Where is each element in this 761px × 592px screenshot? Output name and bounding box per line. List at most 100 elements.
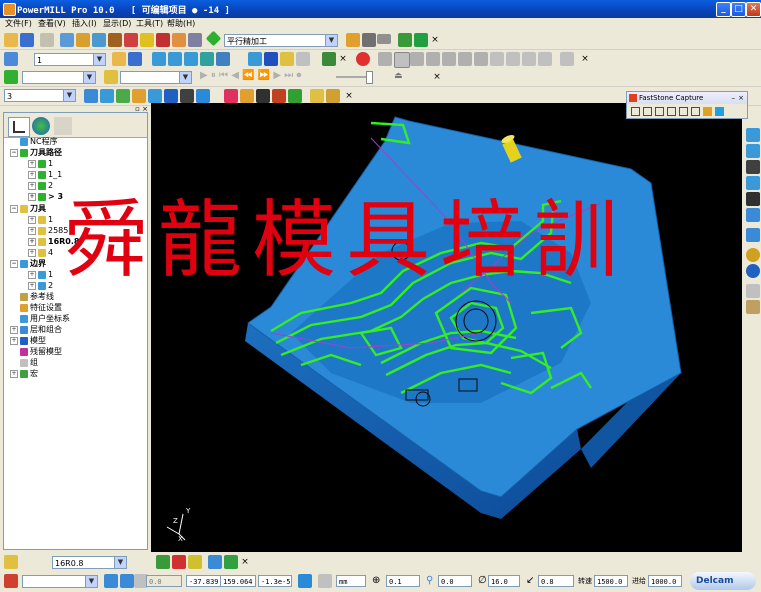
capture-object-icon[interactable] xyxy=(643,107,652,116)
expand-icon[interactable]: + xyxy=(28,193,36,201)
speed-field[interactable]: 1500.0 xyxy=(594,575,628,587)
slider-thumb[interactable] xyxy=(366,71,373,84)
view-shade-side-icon[interactable] xyxy=(746,228,760,242)
calculate-icon[interactable] xyxy=(172,33,186,47)
close-toolbar-icon[interactable]: × xyxy=(430,35,440,45)
ncprogram-icon[interactable] xyxy=(4,52,18,66)
delete-icon[interactable] xyxy=(322,52,336,66)
graphics-viewport[interactable]: Y Z X xyxy=(151,103,742,552)
expand-icon[interactable]: + xyxy=(28,271,36,279)
view-iso5-icon[interactable] xyxy=(746,192,760,206)
calculator-icon[interactable] xyxy=(362,33,376,47)
view-zoom-icon[interactable] xyxy=(164,89,178,103)
tree-item[interactable]: − 刀具 xyxy=(10,204,46,214)
view-tool-icon[interactable] xyxy=(310,89,324,103)
view-holder-icon[interactable] xyxy=(326,89,340,103)
edit-icon[interactable] xyxy=(248,52,262,66)
tree-item[interactable]: +1_1 xyxy=(28,170,62,180)
sim-toolpath-combo[interactable]: ▼ xyxy=(22,71,96,84)
tree-item[interactable]: 用户坐标系 xyxy=(20,314,70,324)
block-icon[interactable] xyxy=(60,33,74,47)
save-project-icon[interactable] xyxy=(20,33,34,47)
capture-scroll-icon[interactable] xyxy=(679,107,688,116)
stepover-field[interactable]: 0.8 xyxy=(538,575,574,587)
close-toolbar-icon[interactable]: × xyxy=(344,91,354,101)
active-tool-combo[interactable]: 16R0.8 ▼ xyxy=(52,556,127,569)
view-side-icon[interactable] xyxy=(132,89,146,103)
menu-display[interactable]: 显示(D) xyxy=(103,18,131,30)
close-button[interactable]: ✕ xyxy=(746,2,761,17)
expand-icon[interactable]: + xyxy=(28,282,36,290)
tree-item[interactable]: + > 3 xyxy=(28,192,63,202)
menu-help[interactable]: 帮助(H) xyxy=(167,18,195,30)
feeds-speeds-icon[interactable] xyxy=(108,33,122,47)
close-toolbar-icon[interactable]: × xyxy=(580,54,590,64)
tree-item[interactable]: − 边界 xyxy=(10,259,46,269)
expand-icon[interactable]: + xyxy=(28,160,36,168)
view-shade-icon[interactable] xyxy=(196,89,210,103)
sim-tool-icon[interactable] xyxy=(104,70,118,84)
tree-item[interactable]: +1 xyxy=(28,215,53,225)
workplane-a-icon[interactable] xyxy=(104,574,118,588)
close-toolbar-icon[interactable]: × xyxy=(240,557,250,567)
leads-links-icon[interactable] xyxy=(124,33,138,47)
expand-icon[interactable]: + xyxy=(28,171,36,179)
print-icon[interactable] xyxy=(40,33,54,47)
tree-item[interactable]: +1 xyxy=(28,270,53,280)
tab-explorer[interactable] xyxy=(8,117,30,137)
expand-icon[interactable]: + xyxy=(28,216,36,224)
close-toolbar-icon[interactable]: × xyxy=(338,54,348,64)
level-combo[interactable]: 3 ▼ xyxy=(4,89,76,102)
y-coordinate-field[interactable]: 159.064 xyxy=(220,575,256,587)
menu-file[interactable]: 文件(F) xyxy=(5,18,32,30)
tree-item[interactable]: +2 xyxy=(28,281,53,291)
view-iso1-icon[interactable] xyxy=(746,128,760,142)
view-min-radius-icon[interactable] xyxy=(288,89,302,103)
tool-holder-icon[interactable] xyxy=(188,555,202,569)
level-icon[interactable] xyxy=(216,52,230,66)
tree-item[interactable]: NC程序 xyxy=(20,137,58,147)
view-front-icon[interactable] xyxy=(116,89,130,103)
tree-item[interactable]: + 宏 xyxy=(10,369,38,379)
maximize-button[interactable]: □ xyxy=(731,2,746,17)
tab-disabled[interactable] xyxy=(54,117,72,135)
tree-item[interactable]: + 模型 xyxy=(10,336,46,346)
tree-item[interactable]: 组 xyxy=(20,358,38,368)
tree-item[interactable]: 残留模型 xyxy=(20,347,62,357)
tool-edit-icon[interactable] xyxy=(208,555,222,569)
open-project-icon[interactable] xyxy=(4,33,18,47)
tree-item[interactable]: 特征设置 xyxy=(20,303,62,313)
view-iso-icon[interactable] xyxy=(84,89,98,103)
sim-color-icon[interactable] xyxy=(522,52,536,66)
sim-end-icon[interactable] xyxy=(442,52,456,66)
capture-full-icon[interactable] xyxy=(667,107,676,116)
view-iso2-icon[interactable] xyxy=(746,144,760,158)
select-cursor-icon[interactable] xyxy=(746,284,760,298)
collapse-icon[interactable]: − xyxy=(10,205,18,213)
capture-rect-icon[interactable] xyxy=(655,107,664,116)
expand-icon[interactable]: + xyxy=(28,249,36,257)
sim-step-icon[interactable] xyxy=(394,52,410,68)
nc-icon[interactable] xyxy=(188,33,202,47)
toolpath-strategy-icon[interactable] xyxy=(156,33,170,47)
toolpath-combo[interactable]: 平行精加工 ▼ xyxy=(224,34,338,47)
sim-fwd-icon[interactable] xyxy=(426,52,440,66)
tool-icon[interactable] xyxy=(140,33,154,47)
view-draft-icon[interactable] xyxy=(256,89,270,103)
expand-icon[interactable]: + xyxy=(28,227,36,235)
workplane-icon[interactable] xyxy=(200,52,214,66)
eject-icon[interactable]: ⏏ xyxy=(394,70,403,82)
minimize-button[interactable]: _ xyxy=(716,2,731,17)
view-iso4-icon[interactable] xyxy=(746,176,760,190)
workplane-combo[interactable]: ▼ xyxy=(22,575,98,588)
capture-settings-icon[interactable] xyxy=(703,107,712,116)
pencil-icon[interactable] xyxy=(280,52,294,66)
thickness-field[interactable]: 0.0 xyxy=(438,575,472,587)
sim-back-icon[interactable] xyxy=(410,52,424,66)
capture-freehand-icon[interactable] xyxy=(691,107,700,116)
tree-item[interactable]: + 层和组合 xyxy=(10,325,62,335)
tool-shade-icon[interactable] xyxy=(172,555,186,569)
sim-view-icon[interactable] xyxy=(490,52,504,66)
faststone-close-icon[interactable]: × xyxy=(738,92,744,104)
tree-item[interactable]: − 刀具路径 xyxy=(10,148,62,158)
